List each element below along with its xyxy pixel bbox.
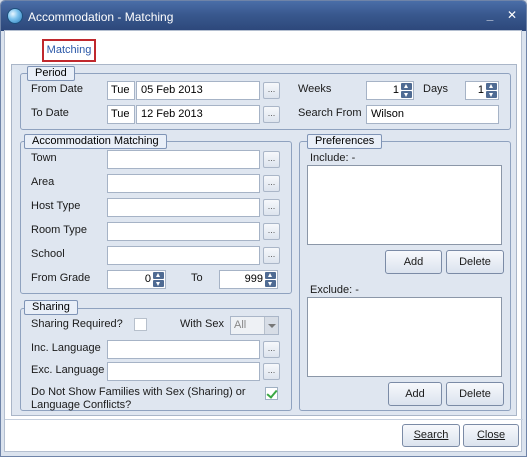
include-list[interactable]	[307, 165, 502, 245]
weeks-stepper[interactable]: 1	[366, 81, 414, 100]
from-grade-value: 0	[144, 273, 151, 285]
conflict-label-line1: Do Not Show Families with Sex (Sharing) …	[31, 386, 246, 398]
chevron-down-icon[interactable]	[264, 317, 278, 334]
inc-language-picker-button[interactable]: ...	[263, 341, 280, 358]
inc-language-label: Inc. Language	[31, 342, 101, 354]
close-button[interactable]: Close	[463, 424, 519, 447]
exc-language-picker-button[interactable]: ...	[263, 363, 280, 380]
exclude-label: Exclude: -	[310, 284, 359, 296]
footer-separator	[5, 419, 523, 420]
search-from-label: Search From	[298, 107, 362, 119]
with-sex-select[interactable]: All	[230, 316, 279, 335]
to-date-field[interactable]: 12 Feb 2013	[136, 105, 260, 124]
search-from-field[interactable]: Wilson	[366, 105, 499, 124]
search-button-label: Search	[413, 429, 449, 441]
window-title: Accommodation - Matching	[28, 10, 174, 24]
town-label: Town	[31, 152, 57, 164]
title-bar[interactable]: Accommodation - Matching _ ✕	[1, 1, 526, 31]
include-delete-button[interactable]: Delete	[446, 250, 504, 274]
area-picker-button[interactable]: ...	[263, 175, 280, 192]
preferences-legend: Preferences	[307, 134, 383, 149]
to-grade-stepper[interactable]: 999	[219, 270, 278, 289]
host-type-picker-button[interactable]: ...	[263, 199, 280, 216]
to-date-label: To Date	[31, 107, 69, 119]
spin-down-icon[interactable]	[401, 91, 412, 98]
accommodation-matching-legend: Accommodation Matching	[24, 134, 167, 149]
spin-up-icon[interactable]	[265, 272, 276, 279]
spin-down-icon[interactable]	[486, 91, 497, 98]
exc-language-label: Exc. Language	[31, 364, 105, 376]
from-day-of-week: Tue	[107, 81, 135, 100]
include-label: Include: -	[310, 152, 356, 164]
close-window-button[interactable]: ✕	[505, 8, 519, 22]
host-type-field[interactable]	[107, 198, 260, 217]
spin-down-icon[interactable]	[265, 280, 276, 287]
school-label: School	[31, 248, 65, 260]
days-label: Days	[423, 83, 449, 95]
host-type-label: Host Type	[31, 200, 81, 212]
from-date-label: From Date	[31, 83, 83, 95]
conflict-label-line2: Language Conflicts?	[31, 399, 132, 411]
to-date-picker-button[interactable]: ...	[263, 106, 280, 123]
town-field[interactable]	[107, 150, 260, 169]
weeks-value: 1	[392, 84, 399, 96]
exclude-list[interactable]	[307, 297, 502, 377]
area-label: Area	[31, 176, 55, 188]
sharing-required-checkbox[interactable]	[134, 318, 147, 331]
weeks-label: Weeks	[298, 83, 332, 95]
town-picker-button[interactable]: ...	[263, 151, 280, 168]
to-grade-label: To	[191, 272, 203, 284]
sharing-required-label: Sharing Required?	[31, 318, 123, 330]
days-value: 1	[477, 84, 484, 96]
room-type-label: Room Type	[31, 224, 88, 236]
spin-down-icon[interactable]	[153, 280, 164, 287]
area-field[interactable]	[107, 174, 260, 193]
to-grade-value: 999	[244, 273, 263, 285]
room-type-picker-button[interactable]: ...	[263, 223, 280, 240]
sharing-legend: Sharing	[24, 300, 78, 315]
school-picker-button[interactable]: ...	[263, 247, 280, 264]
with-sex-label: With Sex	[180, 318, 225, 330]
school-field[interactable]	[107, 246, 260, 265]
exclude-add-button[interactable]: Add	[388, 382, 442, 406]
search-button[interactable]: Search	[402, 424, 460, 447]
app-globe-icon	[7, 8, 23, 24]
include-add-button[interactable]: Add	[385, 250, 442, 274]
close-button-label: Close	[476, 429, 506, 441]
exclude-delete-button[interactable]: Delete	[446, 382, 504, 406]
from-date-picker-button[interactable]: ...	[263, 82, 280, 99]
room-type-field[interactable]	[107, 222, 260, 241]
spin-up-icon[interactable]	[153, 272, 164, 279]
inc-language-field[interactable]	[107, 340, 260, 359]
from-grade-stepper[interactable]: 0	[107, 270, 166, 289]
conflict-checkbox[interactable]	[265, 387, 278, 400]
period-legend: Period	[27, 66, 75, 81]
spin-up-icon[interactable]	[401, 83, 412, 90]
with-sex-value: All	[234, 319, 247, 331]
days-stepper[interactable]: 1	[465, 81, 499, 100]
tab-matching[interactable]: Matching	[42, 39, 96, 62]
to-day-of-week: Tue	[107, 105, 135, 124]
spin-up-icon[interactable]	[486, 83, 497, 90]
from-date-field[interactable]: 05 Feb 2013	[136, 81, 260, 100]
minimize-button[interactable]: _	[483, 8, 497, 22]
from-grade-label: From Grade	[31, 272, 91, 284]
exc-language-field[interactable]	[107, 362, 260, 381]
